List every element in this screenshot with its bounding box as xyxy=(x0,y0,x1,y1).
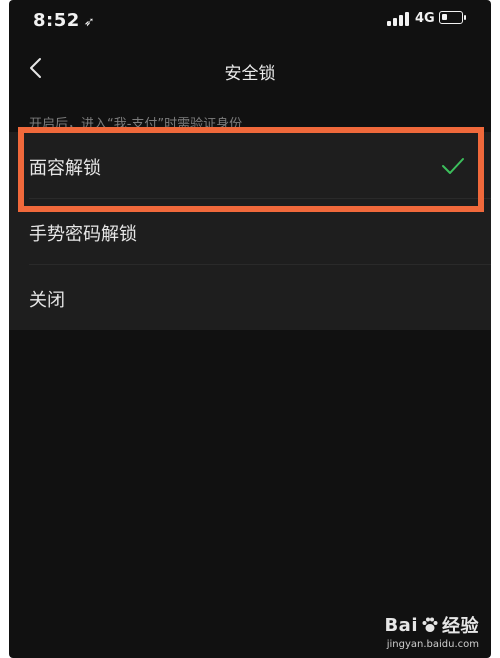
option-face-unlock[interactable]: 面容解锁 xyxy=(9,132,491,198)
lock-option-list: 面容解锁 手势密码解锁 关闭 xyxy=(9,132,491,330)
status-time: 8:52 ➶ xyxy=(33,10,95,31)
option-off[interactable]: 关闭 xyxy=(9,264,491,330)
location-arrow-icon: ➶ xyxy=(83,15,96,30)
paw-icon xyxy=(422,617,438,632)
nav-bar: 安全锁 xyxy=(9,48,491,92)
battery-level-fill xyxy=(442,14,447,20)
option-label: 手势密码解锁 xyxy=(29,224,137,245)
signal-icon xyxy=(387,12,411,26)
status-bar: 8:52 ➶ 4G xyxy=(9,0,491,40)
option-label: 面容解锁 xyxy=(29,158,101,179)
hint-text: 开启后，进入“我-支付”时需验证身份 xyxy=(29,117,243,132)
baidu-jingyan-watermark: Bai 经验 jingyan.baidu.com xyxy=(384,612,479,651)
network-label: 4G xyxy=(415,11,435,26)
watermark-url: jingyan.baidu.com xyxy=(386,639,479,650)
battery-icon xyxy=(439,11,466,24)
phone-screen: 8:52 ➶ 4G 安全锁 开启后，进入“我-支付”时需验证身份 面容解锁 手势密… xyxy=(9,0,491,658)
time-text: 8:52 xyxy=(33,10,80,31)
option-label: 关闭 xyxy=(29,290,65,311)
page-title: 安全锁 xyxy=(224,64,276,84)
watermark-logo: Bai 经验 xyxy=(384,614,479,638)
check-icon xyxy=(442,158,464,174)
option-gesture-password[interactable]: 手势密码解锁 xyxy=(9,198,491,264)
